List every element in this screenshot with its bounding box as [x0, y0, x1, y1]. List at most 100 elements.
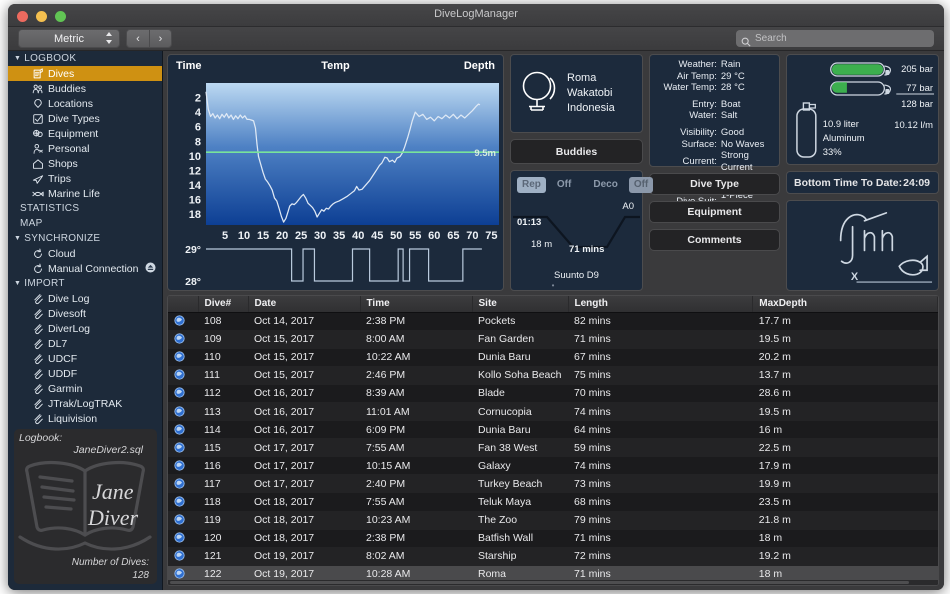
signature-card[interactable]: X	[786, 200, 939, 291]
table-row[interactable]: 111 Oct 15, 2017 2:46 PM Kollo Soha Beach 75…	[168, 366, 938, 385]
sidebar-item-diverlog[interactable]: DiverLog	[8, 321, 162, 336]
table-row[interactable]: 108 Oct 14, 2017 2:38 PM Pockets 82 mins 17.7…	[168, 312, 938, 331]
cell-date: Oct 17, 2017	[248, 438, 360, 458]
table-row[interactable]: 116 Oct 17, 2017 10:15 AM Galaxy 74 mins 17.9…	[168, 456, 938, 476]
cell-num: 108	[198, 312, 248, 331]
nav-next-button[interactable]: ›	[149, 29, 172, 48]
sidebar-item-garmin[interactable]: Garmin	[8, 381, 162, 396]
sidebar-item-dive-log[interactable]: Dive Log	[8, 291, 162, 306]
cell-time: 2:38 PM	[360, 529, 472, 548]
cell-num: 109	[198, 330, 248, 349]
sidebar-item-buddies[interactable]: Buddies	[8, 81, 162, 96]
eject-icon[interactable]	[145, 261, 156, 276]
comments-button[interactable]: Comments	[649, 229, 780, 251]
svg-text:55: 55	[409, 230, 421, 242]
sidebar-item-udcf[interactable]: UDCF	[8, 351, 162, 366]
sidebar-item-cloud[interactable]: Cloud	[8, 246, 162, 261]
sidebar-item-personal[interactable]: Personal	[8, 141, 162, 156]
sidebar-item-jtrak-logtrak[interactable]: JTrak/LogTRAK	[8, 396, 162, 411]
sidebar-item-trips[interactable]: Trips	[8, 171, 162, 186]
dive-flag-icon	[168, 366, 198, 385]
table-row[interactable]: 114 Oct 16, 2017 6:09 PM Dunia Baru 64 mins 1…	[168, 420, 938, 440]
sidebar-group-label: IMPORT	[24, 278, 65, 289]
cell-site: Fan 38 West	[472, 438, 568, 458]
mode-chip-1[interactable]: Off	[552, 177, 576, 193]
table-row[interactable]: 119 Oct 18, 2017 10:23 AM The Zoo 79 mins 21.…	[168, 511, 938, 530]
table-row[interactable]: 117 Oct 17, 2017 2:40 PM Turkey Beach 73 min…	[168, 474, 938, 494]
sidebar-item-manual-connection[interactable]: Manual Connection	[8, 261, 162, 276]
table-header-date[interactable]: Date	[248, 296, 361, 313]
mode-chip-2[interactable]: Deco	[588, 177, 622, 193]
table-row[interactable]: 118 Oct 18, 2017 7:55 AM Teluk Maya 68 mins 2…	[168, 492, 938, 512]
dive-list[interactable]: Dive# Date Time Site Length MaxDepth 108 Oct 1…	[167, 295, 939, 586]
sidebar-item-uddf[interactable]: UDDF	[8, 366, 162, 381]
condition-value: Boat	[720, 98, 741, 110]
mode-chip-0[interactable]: Rep	[517, 177, 546, 193]
cell-date: Oct 16, 2017	[248, 420, 360, 440]
tank-card[interactable]: 205 bar 77 bar 128 bar 10.12 l/m 10.9 li…	[786, 54, 939, 165]
dive-flag-icon	[168, 492, 198, 512]
cell-site: Turkey Beach	[472, 474, 568, 494]
cell-depth: 28.6 m	[752, 384, 938, 403]
mode-chip-3[interactable]: Off	[628, 177, 654, 193]
cell-time: 8:00 AM	[360, 330, 472, 349]
table-row[interactable]: 110 Oct 15, 2017 10:22 AM Dunia Baru 67 mins…	[168, 348, 938, 367]
svg-text:25: 25	[295, 230, 307, 242]
sidebar-group-map[interactable]: MAP	[8, 216, 162, 231]
svg-text:40: 40	[352, 230, 364, 242]
cell-length: 67 mins	[568, 348, 753, 367]
search-input[interactable]: Search	[736, 30, 934, 47]
table-header-site[interactable]: Site	[472, 296, 569, 313]
dive-flag-icon	[168, 402, 198, 422]
cell-depth: 22.5 m	[752, 438, 938, 458]
equipment-button[interactable]: Equipment	[649, 201, 780, 223]
table-row[interactable]: 109 Oct 15, 2017 8:00 AM Fan Garden 71 mins 1…	[168, 330, 938, 349]
sidebar-item-marine-life[interactable]: Marine Life	[8, 186, 162, 201]
sidebar-group-import[interactable]: ▼ IMPORT	[8, 276, 162, 291]
table-row[interactable]: 115 Oct 17, 2017 7:55 AM Fan 38 West 59 mins…	[168, 438, 938, 458]
condition-row: Weather: Rain	[652, 59, 775, 71]
dive-computer-card[interactable]: Rep Off Deco Off A0 01:13 18 m 71 mins Suun…	[510, 170, 654, 291]
sidebar-item-dives[interactable]: Dives	[8, 66, 162, 81]
condition-value: No Waves	[720, 138, 765, 150]
table-header-icon[interactable]	[168, 296, 199, 313]
table-header-maxdepth[interactable]: MaxDepth	[752, 296, 938, 313]
cell-site: Galaxy	[472, 456, 568, 476]
sidebar-group-synchronize[interactable]: ▼ SYNCHRONIZE	[8, 231, 162, 246]
search-icon	[741, 34, 751, 47]
conditions-card[interactable]: Weather: Rain Air Temp: 29 °C Water Temp: 28 …	[649, 54, 780, 213]
sidebar-item-divesoft[interactable]: Divesoft	[8, 306, 162, 321]
sidebar-item-equipment[interactable]: Equipment	[8, 126, 162, 141]
paperclip-icon	[32, 338, 44, 350]
sidebar-group-statistics[interactable]: STATISTICS	[8, 201, 162, 216]
dive-profile-chart[interactable]: Time Temp Depth 9.5m 2 4 6 8 10 12 14 16 18 5 10 15 2…	[167, 54, 504, 291]
sidebar-group-logbook[interactable]: ▼ LOGBOOK	[8, 51, 162, 66]
sidebar-item-liquivision[interactable]: Liquivision	[8, 411, 162, 426]
cell-depth: 16 m	[752, 420, 938, 440]
table-row[interactable]: 120 Oct 18, 2017 2:38 PM Batfish Wall 71 min…	[168, 529, 938, 548]
table-header-time[interactable]: Time	[360, 296, 473, 313]
nav-prev-button[interactable]: ‹	[126, 29, 149, 48]
table-row[interactable]: 121 Oct 19, 2017 8:02 AM Starship 72 mins 19.…	[168, 547, 938, 566]
svg-text:14: 14	[189, 180, 202, 192]
dive-site-card[interactable]: Roma Wakatobi Indonesia	[510, 54, 643, 133]
table-header-row: Dive# Date Time Site Length MaxDepth	[168, 296, 938, 313]
unit-system-select[interactable]: Metric	[18, 29, 120, 48]
table-header-length[interactable]: Length	[568, 296, 754, 313]
table-header-dive-[interactable]: Dive#	[198, 296, 249, 313]
sidebar-item-dive-types[interactable]: Dive Types	[8, 111, 162, 126]
profile-header: Time Temp Depth	[168, 55, 503, 77]
table-row[interactable]: 112 Oct 16, 2017 8:39 AM Blade 70 mins 28.6 m	[168, 384, 938, 403]
sidebar-item-shops[interactable]: Shops	[8, 156, 162, 171]
sidebar-item-dl7[interactable]: DL7	[8, 336, 162, 351]
sidebar[interactable]: ▼ LOGBOOK Dives Buddies Locations Dive Types E…	[8, 51, 163, 590]
sidebar-group-label: MAP	[20, 218, 43, 229]
sidebar-item-locations[interactable]: Locations	[8, 96, 162, 111]
dive-type-button[interactable]: Dive Type	[649, 173, 780, 195]
buddies-button[interactable]: Buddies	[510, 139, 643, 164]
horizontal-scrollbar[interactable]	[168, 580, 938, 585]
dive-flag-icon	[168, 348, 198, 367]
svg-text:10: 10	[189, 151, 201, 163]
paperclip-icon	[32, 353, 44, 365]
table-row[interactable]: 113 Oct 16, 2017 11:01 AM Cornucopia 74 mins…	[168, 402, 938, 422]
